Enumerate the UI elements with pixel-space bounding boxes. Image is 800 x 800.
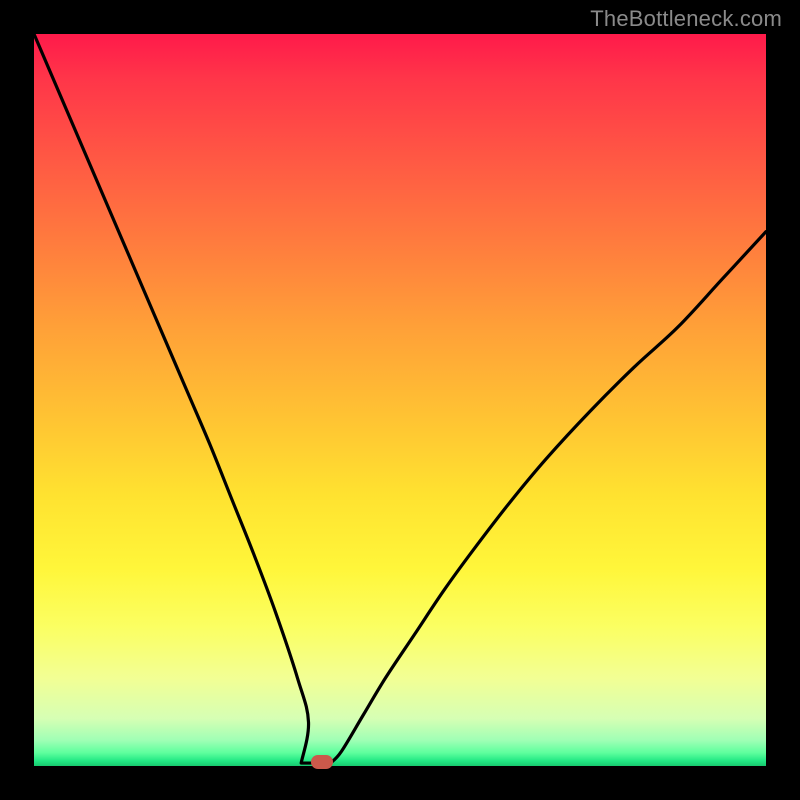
- plot-area: [34, 34, 766, 766]
- optimal-marker: [311, 755, 333, 769]
- curve-svg: [34, 34, 766, 766]
- watermark-text: TheBottleneck.com: [590, 6, 782, 32]
- bottleneck-curve: [34, 34, 766, 764]
- chart-frame: TheBottleneck.com: [0, 0, 800, 800]
